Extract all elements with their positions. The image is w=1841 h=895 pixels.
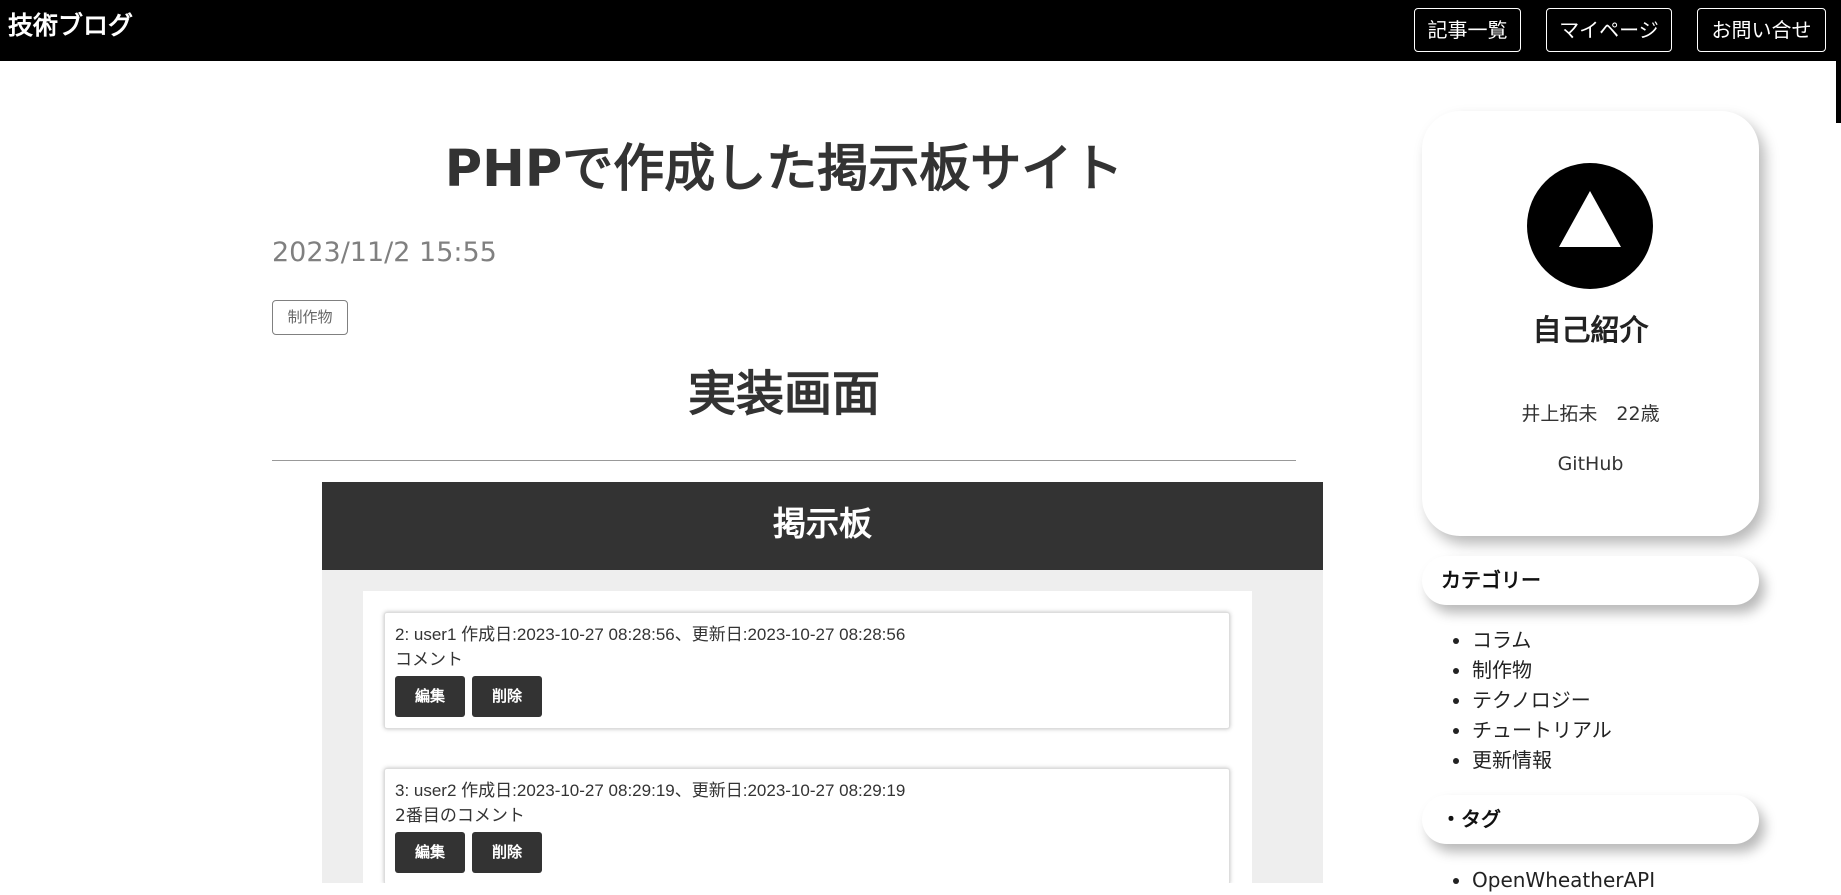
categories-heading: カテゴリー (1422, 556, 1759, 605)
section-divider (272, 460, 1296, 461)
site-header: 技術ブログ 記事一覧 マイページ お問い合せ (0, 0, 1841, 61)
board-post-meta: 3: user2 作成日:2023-10-27 08:29:19、更新日:202… (395, 781, 906, 800)
post-title: PHPで作成した掲示板サイト (444, 140, 1124, 199)
delete-button: 削除 (472, 832, 542, 873)
board-header: 掲示板 (322, 482, 1323, 570)
post-date: 2023/11/2 15:55 (272, 237, 497, 268)
edit-button: 編集 (395, 676, 465, 717)
board-post-meta: 2: user1 作成日:2023-10-27 08:28:56、更新日:202… (395, 625, 906, 644)
board-title: 掲示板 (773, 504, 872, 543)
board-post-comment: 2番目のコメント (395, 806, 525, 826)
profile-card: 自己紹介 井上拓未 22歳 GitHub (1422, 111, 1759, 536)
nav-contact-button[interactable]: お問い合せ (1697, 8, 1826, 52)
category-item[interactable]: コラム (1472, 625, 1612, 655)
board-post-card: 3: user2 作成日:2023-10-27 08:29:19、更新日:202… (384, 768, 1230, 883)
categories-list: コラム 制作物 テクノロジー チュートリアル 更新情報 (1422, 625, 1612, 775)
category-item[interactable]: 更新情報 (1472, 745, 1612, 775)
tags-heading: ・タグ (1422, 795, 1759, 844)
section-heading: 実装画面 (687, 366, 880, 422)
board-post-comment: コメント (395, 650, 463, 670)
delete-button: 削除 (472, 676, 542, 717)
site-logo[interactable]: 技術ブログ (8, 10, 133, 42)
scrollbar[interactable] (1836, 61, 1841, 123)
board-panel: 2: user1 作成日:2023-10-27 08:28:56、更新日:202… (363, 591, 1252, 883)
profile-name: 井上拓未 22歳 (1521, 403, 1660, 425)
post-tag-badge[interactable]: 制作物 (272, 300, 348, 335)
board-post-card: 2: user1 作成日:2023-10-27 08:28:56、更新日:202… (384, 612, 1230, 729)
profile-title: 自己紹介 (1532, 313, 1649, 347)
github-link[interactable]: GitHub (1422, 451, 1759, 477)
tag-item[interactable]: OpenWheatherAPI (1472, 865, 1655, 895)
nav-articles-button[interactable]: 記事一覧 (1414, 8, 1521, 52)
implementation-screenshot: 掲示板 2: user1 作成日:2023-10-27 08:28:56、更新日… (322, 482, 1323, 883)
category-item[interactable]: テクノロジー (1472, 685, 1612, 715)
avatar (1527, 163, 1653, 289)
category-item[interactable]: チュートリアル (1472, 715, 1612, 745)
category-item[interactable]: 制作物 (1472, 655, 1612, 685)
nav-mypage-button[interactable]: マイページ (1546, 8, 1672, 52)
tags-list: OpenWheatherAPI (1422, 865, 1655, 895)
edit-button: 編集 (395, 832, 465, 873)
triangle-icon (1559, 191, 1621, 247)
